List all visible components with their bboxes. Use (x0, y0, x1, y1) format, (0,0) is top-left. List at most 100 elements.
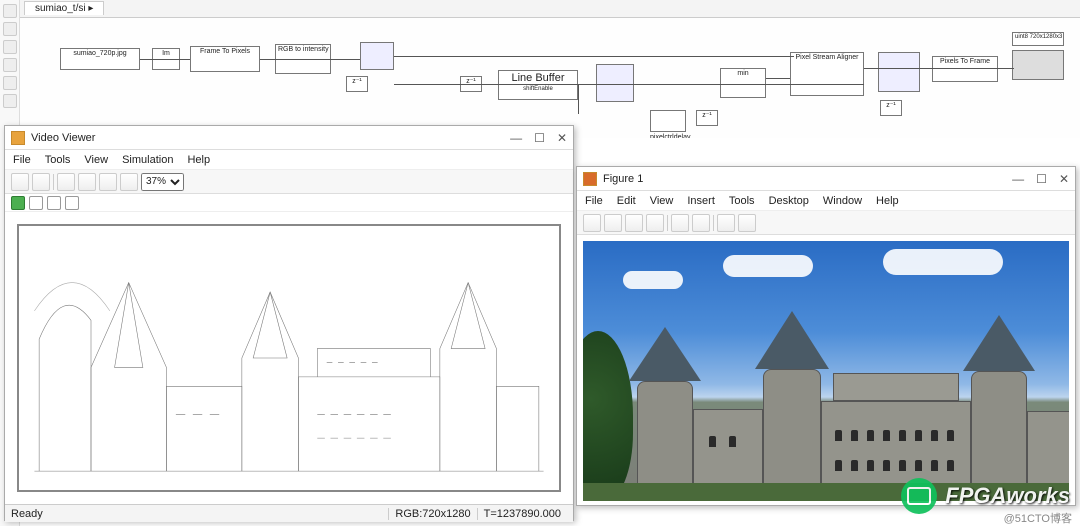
video-viewer-titlebar[interactable]: Video Viewer — ☐ ✕ (5, 126, 573, 150)
play-button[interactable] (11, 196, 25, 210)
castle-window (883, 460, 890, 471)
tool-icon[interactable] (3, 58, 17, 72)
maximize-button[interactable]: ☐ (1036, 172, 1047, 186)
pixel-stream-aligner-block[interactable]: Pixel Stream Aligner (790, 52, 864, 96)
cloud (623, 271, 683, 289)
wire (394, 56, 794, 57)
viewer-sink-block[interactable] (1012, 50, 1064, 80)
castle-photo (583, 241, 1069, 501)
close-button[interactable]: ✕ (1059, 172, 1069, 186)
delay-z3-block[interactable]: z⁻¹ (696, 110, 718, 126)
model-tab[interactable]: sumiao_t/si ▸ (24, 1, 104, 15)
line-buffer-block[interactable]: Line BuffershiftEnable (498, 70, 578, 100)
sketch-svg (19, 226, 559, 490)
castle-window (915, 460, 922, 471)
menu-window[interactable]: Window (823, 195, 862, 207)
frame-to-pixels-block[interactable]: Frame To Pixels (190, 46, 260, 72)
tool-icon[interactable] (3, 76, 17, 90)
tool-icon[interactable] (3, 4, 17, 18)
minimize-button[interactable]: — (510, 131, 522, 145)
figure-title: Figure 1 (603, 173, 643, 185)
video-viewer-title: Video Viewer (31, 132, 95, 144)
print-icon[interactable] (646, 214, 664, 232)
pointer-icon[interactable] (717, 214, 735, 232)
subsystem-block[interactable] (360, 42, 394, 70)
castle-window (851, 460, 858, 471)
tool1-icon[interactable] (671, 214, 689, 232)
rotate-icon[interactable] (738, 214, 756, 232)
castle (583, 340, 1069, 501)
new-icon[interactable] (583, 214, 601, 232)
menu-help[interactable]: Help (876, 195, 899, 207)
wire (394, 84, 864, 85)
castle-window (835, 430, 842, 441)
menu-edit[interactable]: Edit (617, 195, 636, 207)
simulink-canvas[interactable]: sumiao_720p.jpg Im Frame To Pixels RGB t… (20, 18, 1080, 138)
tool-icon[interactable] (3, 22, 17, 36)
cloud (883, 249, 1003, 275)
wire (766, 78, 790, 79)
save-icon[interactable] (625, 214, 643, 232)
fit-icon[interactable] (120, 173, 138, 191)
info-icon[interactable] (32, 173, 50, 191)
step-button[interactable] (29, 196, 43, 210)
castle-window (899, 430, 906, 441)
zoom-out-icon[interactable] (78, 173, 96, 191)
menu-file[interactable]: File (13, 154, 31, 166)
figure-menubar: File Edit View Insert Tools Desktop Wind… (577, 191, 1075, 211)
minimize-button[interactable]: — (1012, 172, 1024, 186)
figure-window: Figure 1 — ☐ ✕ File Edit View Insert Too… (576, 166, 1076, 506)
delay-label: pixelctrldelay (650, 134, 690, 138)
menu-insert[interactable]: Insert (687, 195, 715, 207)
subsystem2-block[interactable] (596, 64, 634, 102)
open-icon[interactable] (604, 214, 622, 232)
edge-sketch-image (17, 224, 561, 492)
tool-icon[interactable] (3, 40, 17, 54)
status-ready: Ready (11, 508, 43, 520)
menu-help[interactable]: Help (187, 154, 210, 166)
figure-toolbar (577, 211, 1075, 235)
zoom-in-icon[interactable] (57, 173, 75, 191)
watermark: FPGAworks (901, 478, 1070, 514)
attribution-text: @51CTO博客 (1004, 510, 1072, 526)
delay-z4-block[interactable]: z⁻¹ (880, 100, 902, 116)
menu-view[interactable]: View (84, 154, 108, 166)
zoom-select[interactable]: 37% (141, 173, 184, 191)
min-block[interactable]: min (720, 68, 766, 98)
out-res-block[interactable]: uint8 720x1280x3 (1012, 32, 1064, 46)
print-icon[interactable] (11, 173, 29, 191)
shift-enable-label: shiftEnable (523, 86, 553, 92)
status-time: T=1237890.000 (477, 508, 567, 520)
subsystem3-block[interactable] (878, 52, 920, 92)
tool2-icon[interactable] (692, 214, 710, 232)
stop-button[interactable] (47, 196, 61, 210)
model-tab-bar: sumiao_t/si ▸ (20, 0, 1080, 18)
menu-simulation[interactable]: Simulation (122, 154, 173, 166)
menu-tools[interactable]: Tools (729, 195, 755, 207)
video-viewer-body (5, 212, 573, 504)
pan-icon[interactable] (99, 173, 117, 191)
maximize-button[interactable]: ☐ (534, 131, 545, 145)
castle-window (915, 430, 922, 441)
menu-file[interactable]: File (585, 195, 603, 207)
figure-body (577, 235, 1075, 507)
wire (260, 59, 360, 60)
menu-tools[interactable]: Tools (45, 154, 71, 166)
castle-window (931, 430, 938, 441)
figure-titlebar[interactable]: Figure 1 — ☐ ✕ (577, 167, 1075, 191)
castle-window (883, 430, 890, 441)
delay-z1-block[interactable]: z⁻¹ (346, 76, 368, 92)
wire (140, 59, 190, 60)
castle-window (899, 460, 906, 471)
tower-roof (755, 311, 829, 369)
close-button[interactable]: ✕ (557, 131, 567, 145)
tool-icon[interactable] (3, 94, 17, 108)
highlight-button[interactable] (65, 196, 79, 210)
pixelctrl-delay-block[interactable] (650, 110, 686, 132)
menu-view[interactable]: View (650, 195, 674, 207)
pixels-to-frame-block[interactable]: Pixels To Frame (932, 56, 998, 82)
castle-window (709, 436, 716, 447)
image-source-block[interactable]: sumiao_720p.jpg (60, 48, 140, 70)
menu-desktop[interactable]: Desktop (769, 195, 809, 207)
castle-window (947, 430, 954, 441)
